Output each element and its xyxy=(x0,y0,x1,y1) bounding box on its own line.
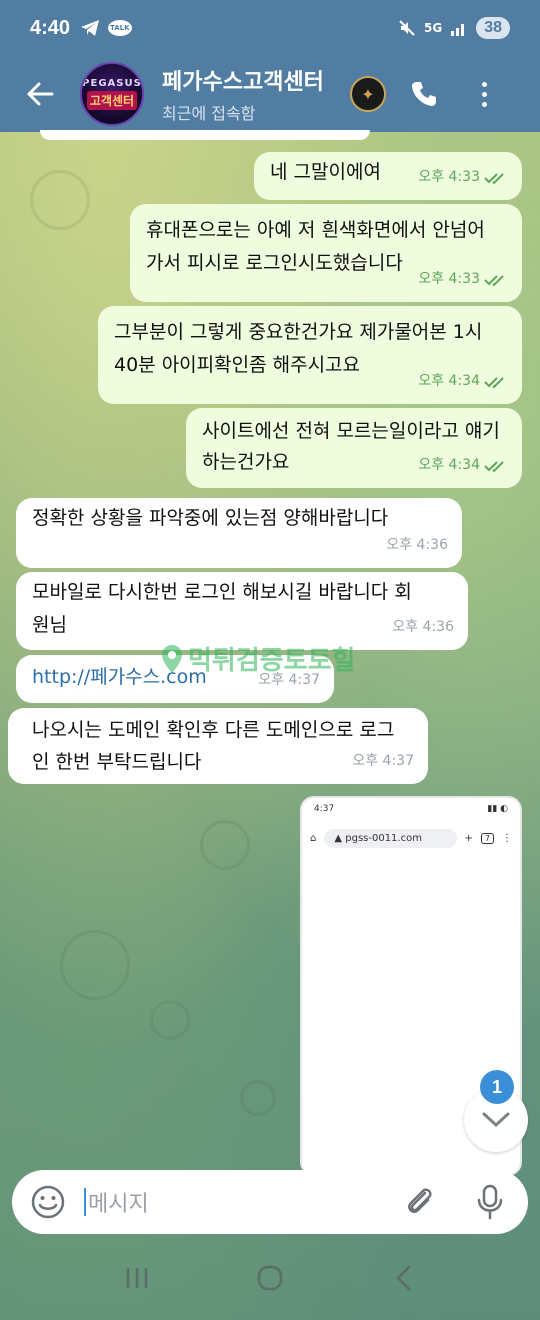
background-doodle xyxy=(30,170,90,230)
home-circle-icon xyxy=(257,1265,283,1291)
dot-icon xyxy=(481,81,487,87)
message-time: 오후 4:34 xyxy=(418,373,480,389)
attach-button[interactable] xyxy=(400,1182,440,1222)
previous-message-partial xyxy=(40,130,370,140)
outgoing-message[interactable]: 그부분이 그렇게 중요한건가요 제가물어본 1시40분 아이피확인좀 해주시고요… xyxy=(98,306,522,404)
back-chevron-icon xyxy=(396,1265,411,1291)
emblem-icon: ✦ xyxy=(350,76,386,112)
home-button[interactable] xyxy=(250,1258,290,1298)
message-time: 오후 4:33 xyxy=(418,169,480,185)
chat-title: 페가수스고객센터 xyxy=(162,70,324,95)
network-type: 5G xyxy=(424,21,443,35)
unread-count-badge: 1 xyxy=(480,1070,514,1104)
kakaotalk-icon: TALK xyxy=(108,20,132,36)
message-placeholder: 메시지 xyxy=(88,1192,149,1217)
background-doodle xyxy=(150,1000,190,1040)
message-time: 오후 4:36 xyxy=(392,619,454,635)
background-doodle xyxy=(240,1080,276,1116)
recent-apps-icon xyxy=(126,1268,147,1288)
avatar-brand-text: PEGASUS xyxy=(82,78,142,89)
more-icon: ⋮ xyxy=(502,832,512,844)
outgoing-message[interactable]: 사이트에선 전혀 모르는일이라고 얘기하는건가요 오후 4:34 xyxy=(186,408,522,488)
dot-icon xyxy=(481,91,487,97)
double-check-icon xyxy=(484,460,504,472)
emoji-icon[interactable] xyxy=(30,1184,66,1220)
outgoing-message[interactable]: 휴대폰으로는 아예 저 흰색화면에서 안넘어가서 피시로 로그인시도했습니다 오… xyxy=(130,204,522,302)
status-bar: 4:40 TALK 5G 38 xyxy=(0,0,540,56)
avatar[interactable]: PEGASUS 고객센터 xyxy=(80,62,144,126)
home-icon: ⌂ xyxy=(310,832,317,844)
chat-info[interactable]: 페가수스고객센터 최근에 접속함 xyxy=(162,64,342,124)
location-pin-icon xyxy=(162,644,182,673)
avatar-sub-text: 고객센터 xyxy=(86,91,138,110)
incoming-message[interactable]: 나오시는 도메인 확인후 다른 도메인으로 로그인 한번 부탁드립니다 오후 4… xyxy=(8,708,428,784)
back-arrow-icon xyxy=(27,82,54,106)
microphone-icon xyxy=(477,1184,503,1220)
signal-icon xyxy=(451,24,465,36)
incoming-message[interactable]: 정확한 상황을 파악중에 있는점 양해바랍니다 오후 4:36 xyxy=(16,498,462,568)
back-button[interactable] xyxy=(0,56,80,132)
outgoing-message[interactable]: 네 그말이에여 오후 4:33 xyxy=(254,152,522,200)
message-composer: 메시지 xyxy=(12,1170,528,1234)
telegram-icon xyxy=(81,20,100,36)
message-input[interactable]: 메시지 xyxy=(84,1186,400,1218)
message-time: 오후 4:37 xyxy=(352,753,414,769)
back-nav-button[interactable] xyxy=(383,1258,423,1298)
message-time: 오후 4:34 xyxy=(418,457,480,473)
image-status-icons: ▮▮ ◐ xyxy=(487,804,508,814)
background-doodle xyxy=(200,820,250,870)
message-time: 오후 4:36 xyxy=(386,537,448,553)
call-button[interactable] xyxy=(404,74,444,114)
text-cursor xyxy=(84,1188,86,1216)
image-url: pgss-0011.com xyxy=(345,832,422,844)
battery-indicator: 38 xyxy=(476,17,510,39)
double-check-icon xyxy=(484,172,504,184)
image-status-time: 4:37 xyxy=(314,804,335,814)
incoming-message[interactable]: 모바일로 다시한번 로그인 해보시길 바랍니다 회원님 오후 4:36 xyxy=(16,572,468,650)
warning-icon: ▲ xyxy=(334,832,343,844)
plus-icon: + xyxy=(464,832,473,844)
chat-header: PEGASUS 고객센터 페가수스고객센터 최근에 접속함 ✦ xyxy=(0,56,540,132)
double-check-icon xyxy=(484,376,504,388)
system-navigation-bar xyxy=(0,1236,540,1320)
chevron-down-icon xyxy=(482,1112,510,1128)
tabs-icon: 7 xyxy=(480,832,494,844)
recent-apps-button[interactable] xyxy=(117,1258,157,1298)
background-doodle xyxy=(60,930,130,1000)
watermark: 먹튀검증토토힐 xyxy=(160,640,355,677)
microphone-button[interactable] xyxy=(470,1182,510,1222)
last-seen-status: 최근에 접속함 xyxy=(162,104,256,123)
status-time: 4:40 xyxy=(30,16,71,39)
mute-icon xyxy=(399,20,415,36)
paperclip-icon xyxy=(408,1188,432,1213)
double-check-icon xyxy=(484,274,504,286)
more-menu-button[interactable] xyxy=(474,74,494,114)
message-time: 오후 4:33 xyxy=(418,271,480,287)
dot-icon xyxy=(481,101,487,107)
phone-icon xyxy=(412,82,436,106)
